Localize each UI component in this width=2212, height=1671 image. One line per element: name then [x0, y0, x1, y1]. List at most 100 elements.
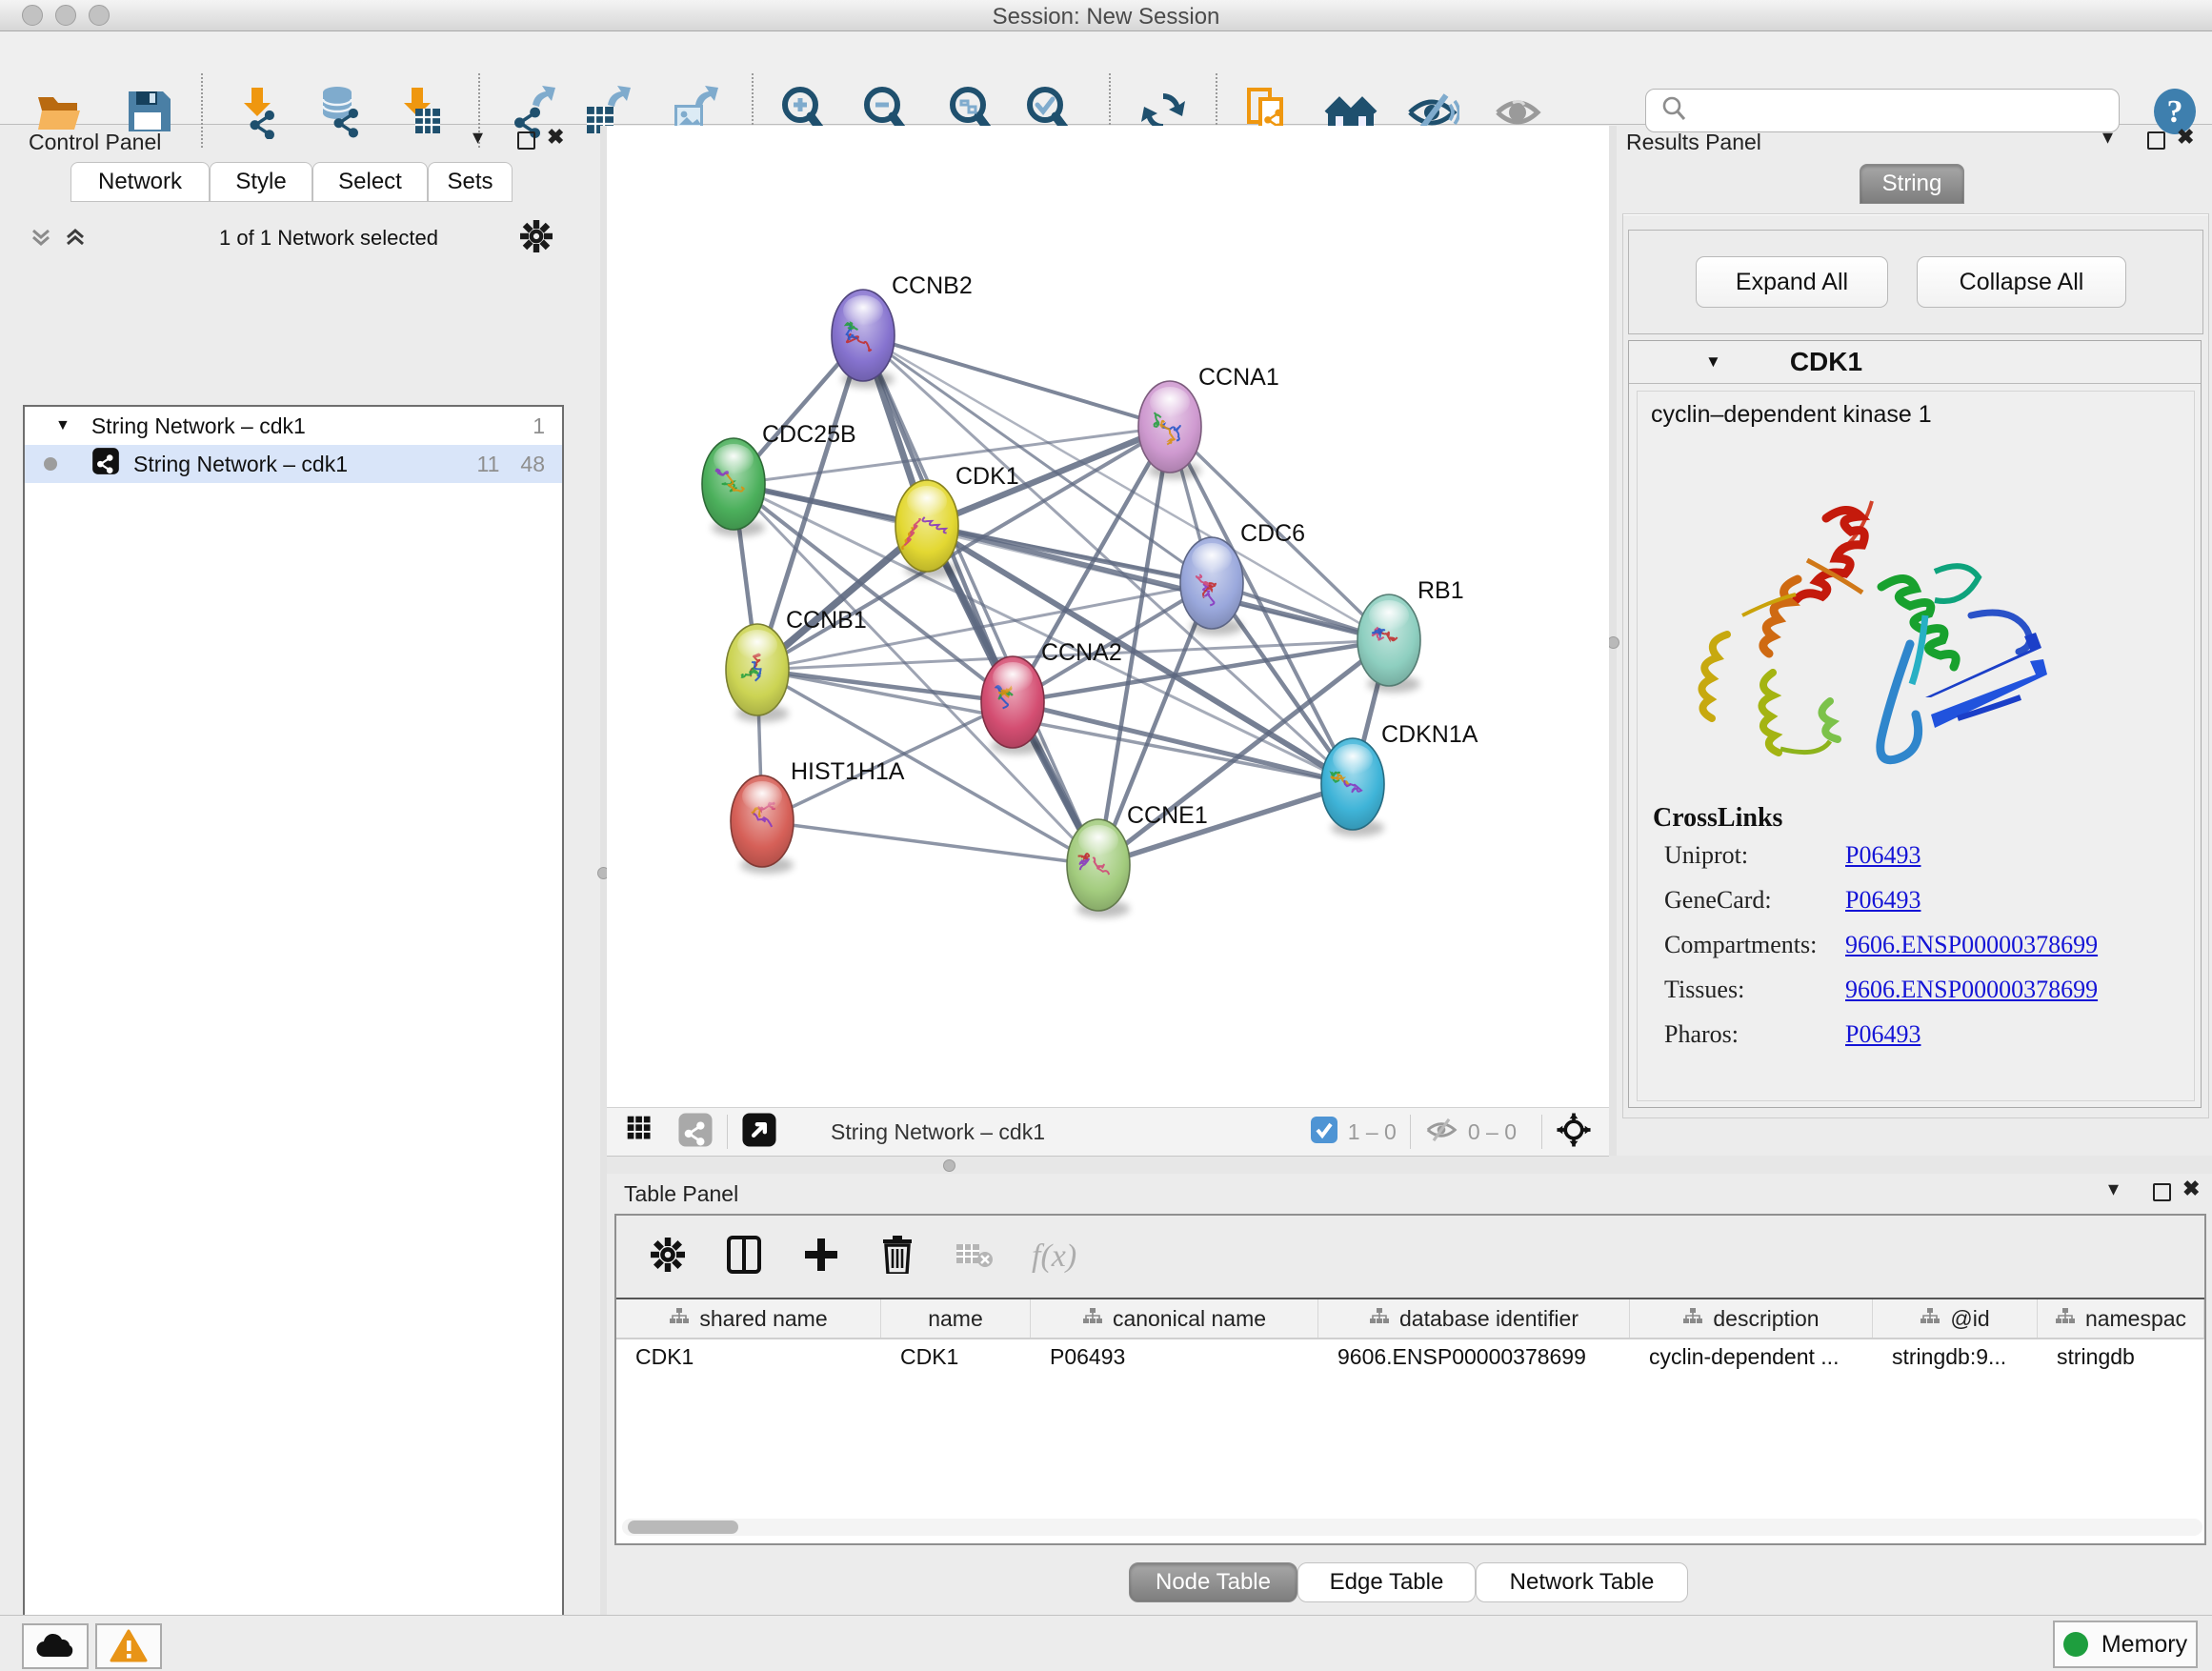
- table-hscrollbar-thumb[interactable]: [628, 1520, 738, 1534]
- crosslink-value-link[interactable]: P06493: [1845, 1020, 1920, 1049]
- tab-string[interactable]: String: [1860, 164, 1964, 204]
- float-results-icon[interactable]: [2147, 131, 2165, 150]
- right-panel-divider[interactable]: [1609, 126, 1617, 1174]
- tab-network-table[interactable]: Network Table: [1476, 1562, 1688, 1602]
- expand-all-tree-icon[interactable]: [61, 223, 90, 256]
- memory-label: Memory: [2101, 1631, 2187, 1659]
- selected-checkbox-icon[interactable]: [1310, 1116, 1338, 1149]
- column-header-name[interactable]: name: [881, 1299, 1031, 1338]
- network-node[interactable]: [726, 624, 789, 722]
- grid-view-icon[interactable]: [622, 1111, 660, 1154]
- title-bar: Session: New Session: [0, 0, 2212, 31]
- network-node[interactable]: [981, 656, 1044, 755]
- close-table-icon[interactable]: ✖: [2182, 1179, 2200, 1198]
- column-header-canonical-name[interactable]: canonical name: [1031, 1299, 1318, 1338]
- column-header-shared-name[interactable]: shared name: [616, 1299, 881, 1338]
- network-node[interactable]: [1180, 537, 1243, 635]
- delete-column-trash-icon[interactable]: [881, 1236, 914, 1278]
- network-view-canvas[interactable]: CCNB2CCNA1CDC25BCDK1CDC6RB1CCNB1CCNA2CDK…: [607, 126, 1609, 1107]
- table-gear-icon[interactable]: [651, 1238, 685, 1277]
- add-column-icon[interactable]: [803, 1237, 839, 1278]
- warnings-button[interactable]: [95, 1623, 162, 1669]
- table-cell: CDK1: [881, 1339, 1031, 1374]
- tab-edge-table[interactable]: Edge Table: [1297, 1562, 1476, 1602]
- table-cell: stringdb:9...: [1873, 1339, 2038, 1374]
- tab-node-table[interactable]: Node Table: [1129, 1562, 1297, 1602]
- table-hscrollbar[interactable]: [622, 1519, 2202, 1536]
- gene-section-header[interactable]: ▼ CDK1: [1629, 341, 2201, 384]
- column-header-namespac[interactable]: namespac: [2038, 1299, 2204, 1338]
- network-icon: [91, 447, 120, 481]
- expand-all-button[interactable]: Expand All: [1696, 256, 1888, 308]
- tab-style[interactable]: Style: [210, 162, 312, 202]
- crosslink-label: Compartments:: [1664, 931, 1845, 959]
- crosslink-value-link[interactable]: P06493: [1845, 886, 1920, 915]
- float-panel-icon[interactable]: [517, 131, 535, 150]
- hidden-eye-icon[interactable]: [1424, 1116, 1458, 1149]
- main-toolbar: ?: [0, 31, 2212, 125]
- crosslink-value-link[interactable]: P06493: [1845, 841, 1920, 870]
- network-edge[interactable]: [762, 821, 1098, 865]
- column-header-description[interactable]: description: [1630, 1299, 1873, 1338]
- fit-selected-crosshair-icon[interactable]: [1556, 1112, 1592, 1153]
- bottom-divider-handle[interactable]: [943, 1159, 955, 1172]
- tree-expand-icon[interactable]: ▼: [55, 417, 70, 434]
- collapse-table-icon[interactable]: ▾: [2108, 1179, 2119, 1198]
- column-header-@id[interactable]: @id: [1873, 1299, 2038, 1338]
- hidden-count: 0 – 0: [1468, 1119, 1517, 1145]
- window-title: Session: New Session: [0, 4, 2212, 30]
- gene-collapse-icon[interactable]: ▼: [1705, 352, 1721, 372]
- network-options-gear-icon[interactable]: [520, 220, 553, 257]
- collapse-all-tree-icon[interactable]: [27, 223, 55, 256]
- crosslink-value-link[interactable]: 9606.ENSP00000378699: [1845, 976, 2098, 1004]
- table-header-row: shared namenamecanonical namedatabase id…: [616, 1298, 2204, 1339]
- control-panel-title: Control Panel: [29, 130, 161, 155]
- collapse-results-icon[interactable]: ▾: [2102, 128, 2113, 147]
- network-collection-row[interactable]: ▼ String Network – cdk1 1: [25, 407, 562, 445]
- tab-sets[interactable]: Sets: [428, 162, 513, 202]
- network-node[interactable]: [1321, 738, 1384, 836]
- birdseye-view-icon[interactable]: [741, 1112, 777, 1153]
- column-header-database-identifier[interactable]: database identifier: [1318, 1299, 1630, 1338]
- network-node[interactable]: [1067, 819, 1130, 917]
- results-panel: Results Panel ▾ ✖ String Expand All Coll…: [1617, 126, 2212, 1174]
- close-results-icon[interactable]: ✖: [2177, 128, 2194, 147]
- network-edge-count: 48: [520, 452, 545, 477]
- application-window: Session: New Session ? Control Panel ▾ ✖…: [0, 0, 2212, 1671]
- collapse-panel-icon[interactable]: ▾: [473, 128, 483, 147]
- network-node-label: CDC6: [1240, 520, 1305, 547]
- float-table-icon[interactable]: [2153, 1183, 2171, 1201]
- network-node[interactable]: [1357, 594, 1420, 693]
- network-node[interactable]: [702, 438, 765, 536]
- network-row[interactable]: String Network – cdk1 11 48: [25, 445, 562, 483]
- crosslink-label: Pharos:: [1664, 1020, 1845, 1049]
- memory-status-dot: [2063, 1632, 2088, 1657]
- network-node-label: RB1: [1418, 577, 1464, 604]
- network-edge[interactable]: [863, 335, 1098, 865]
- column-network-icon: [1082, 1306, 1103, 1332]
- function-builder-icon: f(x): [1032, 1238, 1076, 1275]
- network-node-label: CDKN1A: [1381, 721, 1478, 748]
- network-node[interactable]: [832, 290, 895, 388]
- column-network-icon: [1682, 1306, 1703, 1332]
- tab-network[interactable]: Network: [70, 162, 210, 202]
- search-input[interactable]: [1698, 96, 2101, 125]
- network-node-label: HIST1H1A: [791, 758, 905, 785]
- network-selector-text: 1 of 1 Network selected: [143, 226, 514, 251]
- crosslink-value-link[interactable]: 9606.ENSP00000378699: [1845, 931, 2098, 959]
- table-row[interactable]: CDK1CDK1P064939606.ENSP00000378699cyclin…: [616, 1339, 2204, 1374]
- table-columns-icon[interactable]: [727, 1236, 761, 1278]
- network-node[interactable]: [895, 480, 958, 578]
- status-bar: Memory: [0, 1615, 2212, 1671]
- crosslink-label: GeneCard:: [1664, 886, 1845, 915]
- memory-button[interactable]: Memory: [2053, 1621, 2198, 1668]
- network-node[interactable]: [731, 775, 794, 874]
- gene-description: cyclin–dependent kinase 1: [1651, 401, 1932, 429]
- cloud-button[interactable]: [22, 1623, 89, 1669]
- crosslink-label: Tissues:: [1664, 976, 1845, 1004]
- network-edge[interactable]: [863, 335, 1170, 427]
- close-panel-icon[interactable]: ✖: [547, 128, 564, 147]
- collapse-all-button[interactable]: Collapse All: [1917, 256, 2126, 308]
- tab-select[interactable]: Select: [312, 162, 428, 202]
- network-share-icon[interactable]: [677, 1112, 714, 1153]
